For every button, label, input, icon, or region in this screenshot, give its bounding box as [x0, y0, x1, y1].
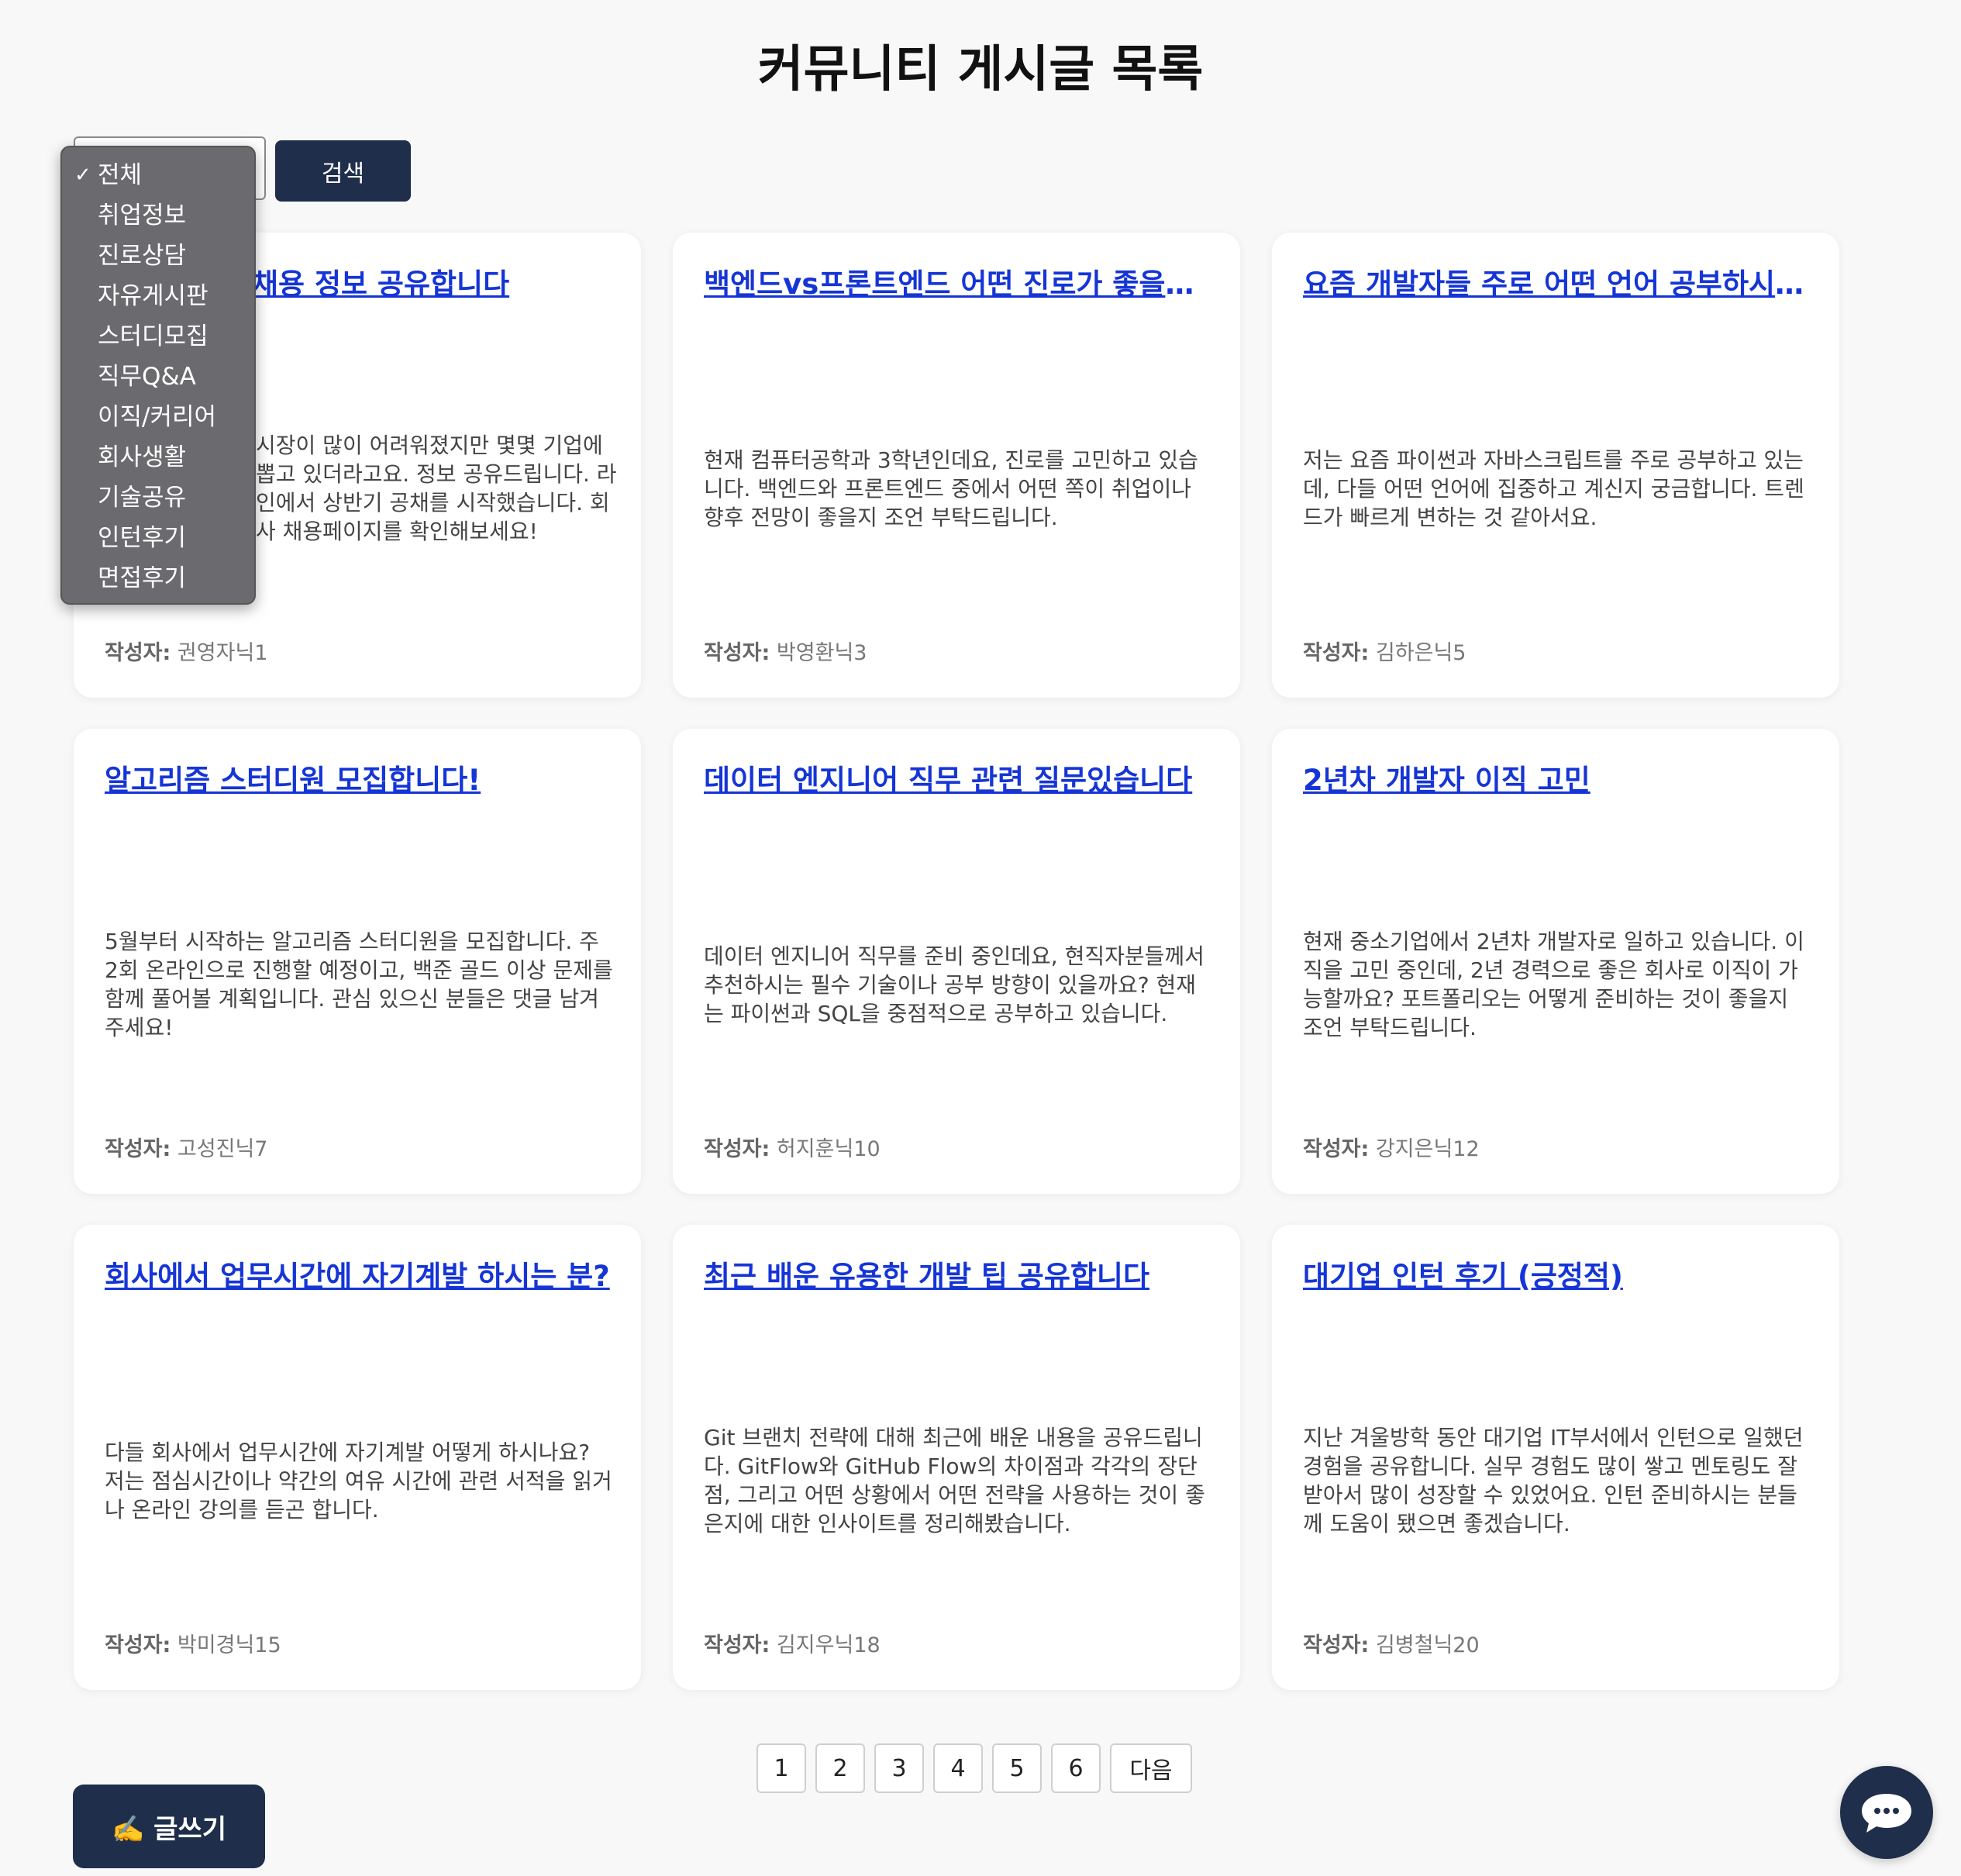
dropdown-option-study[interactable]: 스터디모집 [62, 316, 254, 357]
chat-button[interactable] [1840, 1766, 1933, 1859]
post-card: 최근 배운 유용한 개발 팁 공유합니다 Git 브랜치 전략에 대해 최근에 … [673, 1225, 1240, 1690]
post-excerpt: 저는 요즘 파이썬과 자바스크립트를 주로 공부하고 있는데, 다들 어떤 언어… [1303, 447, 1804, 530]
post-author: 작성자: 허지훈닉10 [704, 1137, 881, 1161]
post-title-link[interactable]: 최근 배운 유용한 개발 팁 공유합니다 [704, 1253, 1215, 1295]
check-icon: ✓ [74, 164, 91, 187]
post-excerpt: 현재 컴퓨터공학과 3학년인데요, 진로를 고민하고 있습니다. 백엔드와 프론… [704, 447, 1198, 530]
post-author: 작성자: 김하은닉5 [1303, 641, 1466, 665]
page-button-3[interactable]: 3 [874, 1743, 924, 1793]
post-excerpt: 시장이 많이 어려워졌지만 몇몇 기업에 뽑고 있더라고요. 정보 공유드립니다… [256, 433, 617, 544]
post-title-link[interactable]: 데이터 엔지니어 직무 관련 질문있습니다 [704, 757, 1215, 798]
post-excerpt: Git 브랜치 전략에 대해 최근에 배운 내용을 공유드립니다. GitFlo… [704, 1425, 1205, 1536]
post-card: 백엔드vs프론트엔드 어떤 진로가 좋을까요? 현재 컴퓨터공학과 3학년인데요… [673, 233, 1240, 698]
chat-bubble-icon [1862, 1794, 1911, 1833]
post-card: 회사에서 업무시간에 자기계발 하시는 분? 다들 회사에서 업무시간에 자기계… [74, 1225, 641, 1690]
post-author: 작성자: 김병철닉20 [1303, 1633, 1480, 1657]
page-button-4[interactable]: 4 [933, 1743, 983, 1793]
dropdown-option-career-counsel[interactable]: 진로상담 [62, 236, 254, 276]
page-title: 커뮤니티 게시글 목록 [757, 41, 1204, 98]
post-title-link[interactable]: 대기업 인턴 후기 (긍정적) [1303, 1253, 1815, 1295]
post-card: 데이터 엔지니어 직무 관련 질문있습니다 데이터 엔지니어 직무를 준비 중인… [673, 729, 1240, 1194]
dropdown-option-free-board[interactable]: 자유게시판 [62, 276, 254, 316]
page-button-6[interactable]: 6 [1051, 1743, 1101, 1793]
dropdown-option-career-change[interactable]: 이직/커리어 [62, 397, 254, 437]
post-excerpt: 5월부터 시작하는 알고리즘 스터디원을 모집합니다. 주 2회 온라인으로 진… [105, 929, 613, 1040]
post-title-link[interactable]: 회사에서 업무시간에 자기계발 하시는 분? [105, 1253, 616, 1295]
post-title-link[interactable]: 채용 정보 공유합니다 [252, 260, 616, 302]
post-card: 요즘 개발자들 주로 어떤 언어 공부하시나요? 저는 요즘 파이썬과 자바스크… [1272, 233, 1839, 698]
write-post-button[interactable]: ✍️ 글쓰기 [73, 1785, 265, 1868]
post-excerpt: 지난 겨울방학 동안 대기업 IT부서에서 인턴으로 일했던 경험을 공유합니다… [1303, 1425, 1804, 1536]
post-card: 2년차 개발자 이직 고민 현재 중소기업에서 2년차 개발자로 일하고 있습니… [1272, 729, 1839, 1194]
post-author: 작성자: 박영환닉3 [704, 641, 867, 665]
page-button-1[interactable]: 1 [756, 1743, 806, 1793]
post-author: 작성자: 권영자닉1 [105, 641, 268, 665]
pagination: 1 2 3 4 5 6 다음 [756, 1743, 1192, 1793]
dropdown-option-job-qa[interactable]: 직무Q&A [62, 357, 254, 397]
post-excerpt: 데이터 엔지니어 직무를 준비 중인데요, 현직자분들께서 추천하시는 필수 기… [704, 943, 1205, 1026]
category-dropdown[interactable]: ✓ 전체 취업정보 진로상담 자유게시판 스터디모집 직무Q&A 이직/커리어 회… [60, 146, 256, 605]
post-card: 대기업 인턴 후기 (긍정적) 지난 겨울방학 동안 대기업 IT부서에서 인턴… [1272, 1225, 1839, 1690]
post-title-link[interactable]: 2년차 개발자 이직 고민 [1303, 757, 1815, 798]
dropdown-option-interview-review[interactable]: 면접후기 [62, 558, 254, 598]
post-author: 작성자: 고성진닉7 [105, 1137, 268, 1161]
page-button-5[interactable]: 5 [992, 1743, 1042, 1793]
search-button[interactable]: 검색 [275, 140, 411, 202]
dropdown-option-company-life[interactable]: 회사생활 [62, 437, 254, 478]
dropdown-option-all[interactable]: ✓ 전체 [62, 155, 254, 195]
next-page-button[interactable]: 다음 [1110, 1743, 1192, 1793]
dropdown-option-tech-share[interactable]: 기술공유 [62, 478, 254, 518]
dropdown-option-intern-review[interactable]: 인턴후기 [62, 518, 254, 558]
post-author: 작성자: 강지은닉12 [1303, 1137, 1480, 1161]
post-title-link[interactable]: 백엔드vs프론트엔드 어떤 진로가 좋을까요? [704, 260, 1215, 302]
post-card: 알고리즘 스터디원 모집합니다! 5월부터 시작하는 알고리즘 스터디원을 모집… [74, 729, 641, 1194]
post-author: 작성자: 김지우닉18 [704, 1633, 881, 1657]
post-excerpt: 현재 중소기업에서 2년차 개발자로 일하고 있습니다. 이직을 고민 중인데,… [1303, 929, 1804, 1040]
post-excerpt: 다들 회사에서 업무시간에 자기계발 어떻게 하시나요? 저는 점심시간이나 약… [105, 1439, 612, 1523]
post-author: 작성자: 박미경닉15 [105, 1633, 281, 1657]
page-button-2[interactable]: 2 [815, 1743, 865, 1793]
dropdown-option-jobs[interactable]: 취업정보 [62, 195, 254, 236]
post-title-link[interactable]: 알고리즘 스터디원 모집합니다! [105, 757, 616, 798]
post-title-link[interactable]: 요즘 개발자들 주로 어떤 언어 공부하시나요? [1303, 260, 1815, 302]
